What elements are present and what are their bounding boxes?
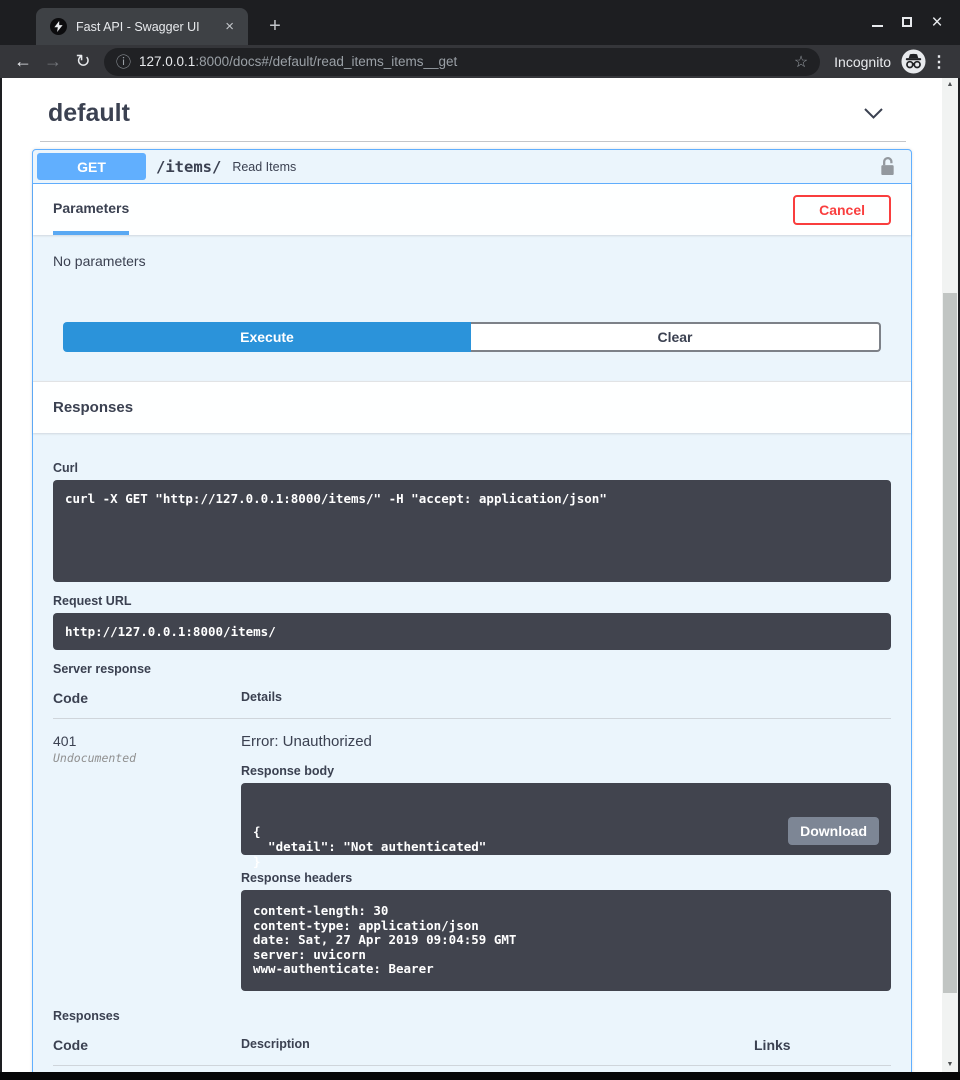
server-response-table: Code Details 401 Undocumented Error: Una… xyxy=(53,690,891,991)
browser-window: Fast API - Swagger UI × + × ← → ↻ ⓘ 127.… xyxy=(0,0,960,1080)
tag-title: default xyxy=(48,99,130,128)
response-body-json: { "detail": "Not authenticated" } xyxy=(253,824,879,869)
tab-title: Fast API - Swagger UI xyxy=(76,20,221,34)
tab-parameters[interactable]: Parameters xyxy=(53,184,129,235)
window-close-button[interactable]: × xyxy=(922,8,952,36)
url-path: :8000/docs#/default/read_items_items__ge… xyxy=(195,54,457,69)
response-status-text: Error: Unauthorized xyxy=(241,733,891,750)
responses-title: Responses xyxy=(53,399,133,416)
scroll-down-icon[interactable]: ▼ xyxy=(942,1058,958,1072)
page-scrollbar[interactable]: ▲ ▼ xyxy=(942,78,958,1072)
col-header-details: Details xyxy=(241,690,891,706)
browser-menu-icon[interactable]: ⋮ xyxy=(926,52,952,72)
response-body-label: Response body xyxy=(241,764,891,778)
request-url-label: Request URL xyxy=(53,594,891,608)
window-maximize-button[interactable] xyxy=(892,8,922,36)
forward-icon[interactable]: → xyxy=(38,51,68,72)
unlock-icon[interactable] xyxy=(878,156,897,177)
method-badge: GET xyxy=(37,153,146,180)
window-minimize-button[interactable] xyxy=(862,8,892,36)
col-header-code-2: Code xyxy=(53,1037,241,1053)
col-header-description: Description xyxy=(241,1037,754,1053)
request-url-value: http://127.0.0.1:8000/items/ xyxy=(53,613,891,650)
browser-tab[interactable]: Fast API - Swagger UI × xyxy=(36,8,248,45)
close-icon: × xyxy=(931,13,942,32)
scroll-up-icon[interactable]: ▲ xyxy=(942,78,958,92)
responses-inner: Curl curl -X GET "http://127.0.0.1:8000/… xyxy=(33,433,911,1072)
response-body-block: { "detail": "Not authenticated" } Downlo… xyxy=(241,783,891,855)
incognito-icon xyxy=(901,49,926,74)
reload-icon[interactable]: ↻ xyxy=(68,51,98,72)
status-code: 401 xyxy=(53,733,241,749)
scrollbar-thumb[interactable] xyxy=(943,293,957,993)
download-button[interactable]: Download xyxy=(788,817,879,845)
incognito-label: Incognito xyxy=(834,54,891,70)
url-text: 127.0.0.1:8000/docs#/default/read_items_… xyxy=(139,54,786,69)
endpoint-summary: Read Items xyxy=(232,160,878,174)
chevron-down-icon[interactable] xyxy=(863,107,884,120)
col-header-links: Links xyxy=(754,1037,891,1053)
curl-label: Curl xyxy=(53,461,891,475)
browser-toolbar: ← → ↻ ⓘ 127.0.0.1:8000/docs#/default/rea… xyxy=(0,45,960,78)
address-bar[interactable]: ⓘ 127.0.0.1:8000/docs#/default/read_item… xyxy=(104,48,820,76)
no-parameters-text: No parameters xyxy=(33,235,911,306)
undocumented-label: Undocumented xyxy=(53,751,241,765)
cancel-button[interactable]: Cancel xyxy=(793,195,891,225)
curl-command: curl -X GET "http://127.0.0.1:8000/items… xyxy=(53,480,891,582)
parameters-title: Parameters xyxy=(53,200,129,216)
documented-responses-table: Code Description Links 200 Successful Re… xyxy=(53,1037,891,1073)
execute-wrapper: Execute Clear xyxy=(33,306,911,381)
minimize-icon xyxy=(872,25,883,27)
endpoint-path: /items/ xyxy=(156,158,221,176)
window-bottom-edge xyxy=(0,1072,960,1080)
tag-section-header[interactable]: default xyxy=(40,78,906,142)
fastapi-favicon-icon xyxy=(50,18,67,35)
opblock-summary[interactable]: GET /items/ Read Items xyxy=(33,150,911,184)
tab-close-icon[interactable]: × xyxy=(221,18,238,35)
new-tab-button[interactable]: + xyxy=(262,14,288,38)
back-icon[interactable]: ← xyxy=(8,51,38,72)
server-response-row: 401 Undocumented Error: Unauthorized Res… xyxy=(53,719,891,991)
tab-strip: Fast API - Swagger UI × + × xyxy=(0,0,960,45)
execute-button[interactable]: Execute xyxy=(63,322,471,352)
bookmark-star-icon[interactable]: ☆ xyxy=(794,52,808,72)
clear-button[interactable]: Clear xyxy=(471,322,881,352)
url-host: 127.0.0.1 xyxy=(139,54,195,69)
swagger-page: default GET /items/ Read Items xyxy=(2,78,942,1072)
col-header-code: Code xyxy=(53,690,241,706)
documented-responses-label: Responses xyxy=(53,1009,891,1023)
parameters-header: Parameters Cancel xyxy=(33,184,911,235)
server-response-label: Server response xyxy=(53,662,891,676)
maximize-icon xyxy=(902,17,912,27)
responses-section-header: Responses xyxy=(33,381,911,433)
opblock-get-items: GET /items/ Read Items Parameters Cance xyxy=(32,149,912,1072)
page-info-icon[interactable]: ⓘ xyxy=(116,51,131,72)
